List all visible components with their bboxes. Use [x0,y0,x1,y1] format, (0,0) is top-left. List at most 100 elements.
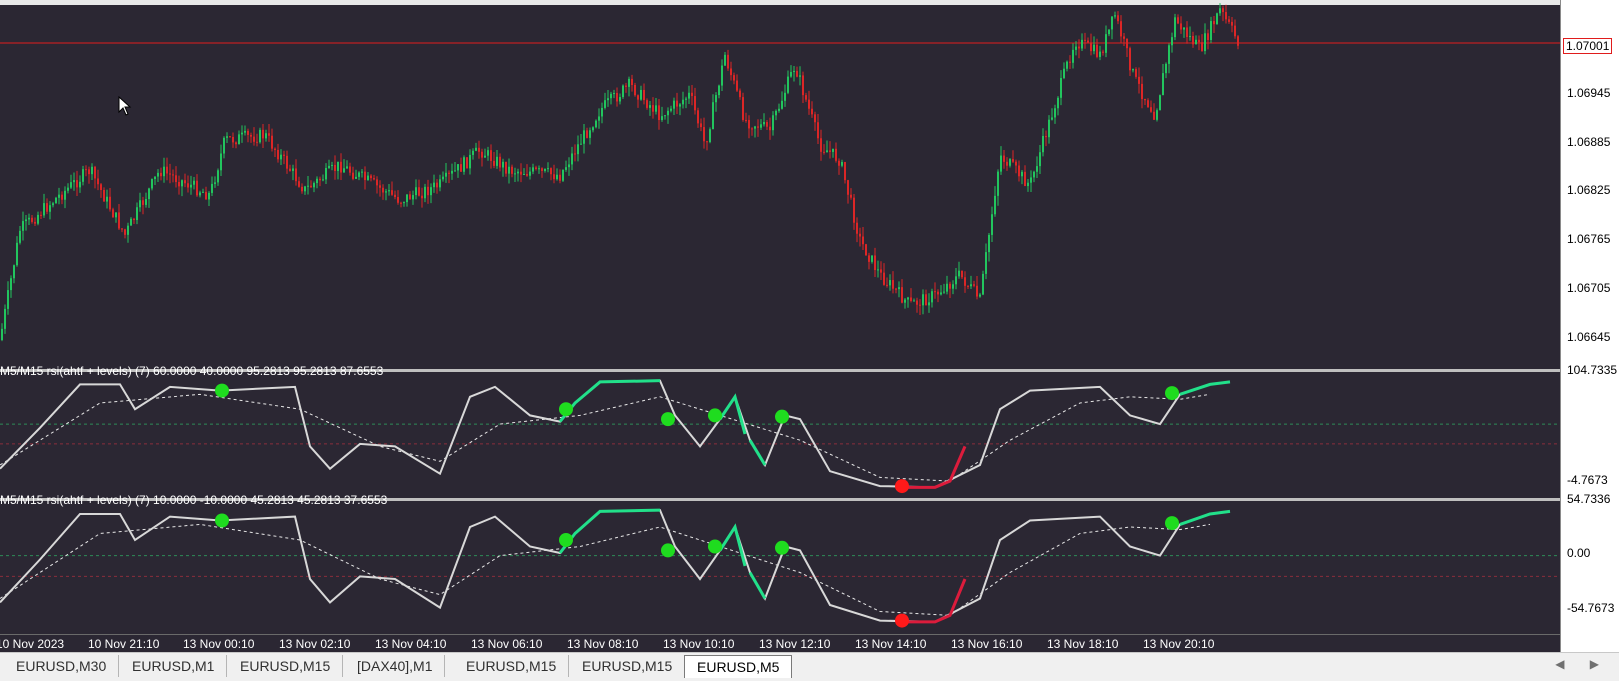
candle-body [64,190,66,200]
candle-body [499,156,501,168]
buy-signal-dot [215,513,229,528]
candle-body [352,172,354,179]
candle-body [316,178,318,184]
price-chart-svg[interactable] [0,0,1560,634]
candle-body [364,171,366,181]
candle-body [292,168,294,171]
candle-body [247,130,249,135]
price-scale[interactable]: 1.07001 1.06945 1.06885 1.06825 1.06765 … [1560,0,1619,652]
candle-body [484,155,486,158]
candle-body [940,292,942,295]
candle-body [148,188,150,200]
candle-body [100,184,102,190]
indicator-bear-segment [900,578,967,624]
candle-body [772,115,774,131]
candle-body [376,179,378,186]
candle-body [553,174,555,180]
tab-eurusd-m15-2[interactable]: EURUSD,M15 [454,655,570,677]
candle-body [874,255,876,271]
candle-body [970,284,972,287]
candle-body [1087,40,1089,43]
candle-body [964,277,966,286]
candle-body [547,168,549,170]
candle-body [820,138,822,152]
candle-body [709,129,711,143]
candle-body [118,212,120,229]
candle-body [466,157,468,169]
candle-body [325,168,327,180]
chevron-left-icon[interactable]: ◀ [1555,657,1564,671]
candle-body [787,76,789,93]
tab-eurusd-m15[interactable]: EURUSD,M15 [228,655,344,677]
candle-body [103,189,105,202]
candle-body [1108,29,1110,35]
candle-body [769,126,771,131]
candle-body [910,297,912,302]
candle-body [913,300,915,302]
candle-body [175,175,177,183]
candle-body [1225,12,1227,20]
buy-signal-dot [215,383,229,398]
candle-body [1111,16,1113,30]
candle-body [694,96,696,111]
candle-body [106,196,108,202]
candle-body [1081,39,1083,49]
candle-body [1018,165,1020,177]
candle-body [793,70,795,73]
candle-body [616,93,618,102]
candle-body [190,184,192,188]
candle-body [745,119,747,121]
candle-body [862,236,864,245]
tab-eurusd-m1[interactable]: EURUSD,M1 [120,655,228,677]
candle-body [637,95,639,100]
candle-body [226,136,228,138]
chevron-right-icon[interactable]: ▶ [1590,657,1599,671]
indicator-bull-segment [718,523,747,567]
candle-body [40,214,42,216]
candle-body [265,133,267,139]
candle-body [775,110,777,116]
candle-body [97,178,99,185]
time-label: 13 Nov 18:10 [1047,637,1119,651]
candle-body [25,219,27,222]
candle-body [1051,117,1053,120]
tab-dax40-m1[interactable]: [DAX40],M1 [345,655,446,677]
tab-scroll-controls: ◀ ▶ [1533,657,1599,671]
candle-body [811,108,813,115]
candle-body [1072,49,1074,63]
candle-body [907,297,909,300]
chart-area[interactable]: M5/M15 rsi(ahtf + levels) (7) 60.0000 40… [0,0,1560,634]
candle-body [1099,51,1101,57]
candle-body [454,170,456,172]
candle-body [1129,48,1131,71]
candle-body [160,172,162,177]
candle-body [1015,161,1017,166]
candle-body [1135,69,1137,77]
candle-body [1159,95,1161,111]
candle-body [928,302,930,306]
candle-body [1057,97,1059,109]
candle-body [310,185,312,188]
candle-body [433,182,435,188]
candle-body [1219,8,1221,14]
candle-body [883,272,885,285]
candle-body [790,72,792,77]
tab-eurusd-m30[interactable]: EURUSD,M30 [4,655,120,677]
tab-eurusd-m15-3[interactable]: EURUSD,M15 [570,655,686,677]
candle-body [670,108,672,111]
candle-body [1195,39,1197,45]
buy-signal-dot [559,402,573,417]
time-axis: 10 Nov 2023 10 Nov 21:10 13 Nov 00:10 13… [0,634,1560,653]
candle-body [331,164,333,166]
candle-body [976,285,978,297]
candle-body [508,166,510,174]
candle-body [109,196,111,210]
time-label: 13 Nov 16:10 [951,637,1023,651]
candle-body [286,155,288,169]
candle-body [1141,83,1143,100]
candle-body [946,283,948,292]
tab-eurusd-m5[interactable]: EURUSD,M5 [684,655,793,678]
candle-body [1213,21,1215,25]
candle-body [460,164,462,172]
price-tick: 1.06945 [1567,86,1611,100]
